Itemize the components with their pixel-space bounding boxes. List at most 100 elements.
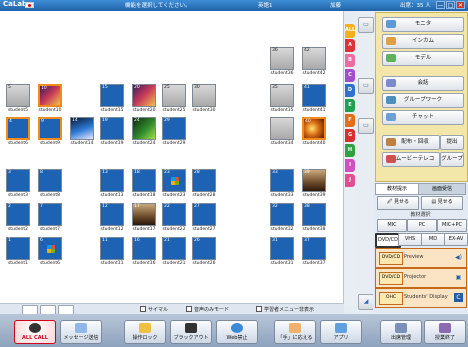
seat-student20[interactable]: 20 student20 <box>132 84 156 115</box>
student-screen[interactable]: 27 <box>192 203 216 226</box>
group-button[interactable]: グループ <box>440 152 464 167</box>
hide-learner-menu-checkbox[interactable]: 学習者メニュー非表示 <box>256 306 314 313</box>
source-vhs[interactable]: VHS <box>398 233 422 246</box>
show-button[interactable]: 🖉 見せる <box>377 196 419 210</box>
maximize-button[interactable]: □ <box>446 1 455 9</box>
attendance-button[interactable]: 出席管理 <box>380 320 422 344</box>
group-tab-j[interactable]: J <box>345 174 355 187</box>
side-expand-button[interactable]: ◢ <box>358 294 374 310</box>
student-screen[interactable]: 15 <box>100 84 124 107</box>
student-screen[interactable]: 18 <box>132 169 156 192</box>
group-tab-a[interactable]: A <box>345 39 355 52</box>
group-tab-d[interactable]: D <box>345 84 355 97</box>
group-tab-h[interactable]: H <box>345 144 355 157</box>
seat-student7[interactable]: 7 student7 <box>38 203 62 234</box>
seat-student9[interactable]: 9 student9 <box>38 117 62 148</box>
student-screen[interactable]: 13 <box>100 169 124 192</box>
student-screen[interactable]: 21 <box>162 237 186 260</box>
student-screen[interactable]: 16 <box>132 237 156 260</box>
seat-student30[interactable]: 30 student30 <box>192 84 216 115</box>
student-screen[interactable]: 12 <box>100 203 124 226</box>
student-screen[interactable]: 29 <box>162 117 186 140</box>
message-button[interactable]: メッセージ送信 <box>60 320 102 344</box>
seat-student31[interactable]: 31 student31 <box>270 237 294 268</box>
seat-student24[interactable]: 24 student24 <box>132 117 156 148</box>
seat-student39[interactable]: 39 student39 <box>302 169 326 200</box>
student-screen[interactable]: 25 <box>162 84 186 107</box>
seat-student29[interactable]: 29 student29 <box>162 117 186 148</box>
student-screen[interactable]: 14 <box>70 117 94 140</box>
web-block-button[interactable]: Web禁止 <box>216 320 258 344</box>
lock-button[interactable]: 操作ロック <box>124 320 166 344</box>
source-mic-pc[interactable]: MIC+PC <box>437 219 467 232</box>
show2-button[interactable]: ▤ 見せる <box>421 196 463 210</box>
source-ex-av[interactable]: EX-AV <box>444 233 468 246</box>
group-tab-b[interactable]: B <box>345 54 355 67</box>
seat-student38[interactable]: 38 student38 <box>302 203 326 234</box>
group-tab-f[interactable]: F <box>345 114 355 127</box>
seat-student13[interactable]: 13 student13 <box>100 169 124 200</box>
seat-student17[interactable]: 17 student17 <box>132 203 156 234</box>
blackout-button[interactable]: ブラックアウト <box>170 320 212 344</box>
student-screen[interactable]: 6 <box>38 237 62 260</box>
student-screen[interactable]: 38 <box>302 203 326 226</box>
route-students[interactable]: OHC Students' Display C <box>375 288 467 308</box>
seat-student40[interactable]: 40 student40 <box>302 117 326 148</box>
intercom-button[interactable]: インカム <box>382 34 464 49</box>
seat-student36[interactable]: 36 student36 <box>270 47 294 78</box>
seat-student8[interactable]: 8 student8 <box>38 169 62 200</box>
student-screen[interactable]: 41 <box>302 84 326 107</box>
simul-checkbox[interactable]: サイマル <box>140 306 168 313</box>
student-screen[interactable]: 42 <box>302 47 326 70</box>
student-screen[interactable]: 35 <box>270 84 294 107</box>
side-group-button[interactable]: ▭ <box>358 118 374 134</box>
student-screen[interactable]: 32 <box>270 203 294 226</box>
seat-student11[interactable]: 11 student11 <box>100 237 124 268</box>
seat-student42[interactable]: 42 student42 <box>302 47 326 78</box>
seat-student34[interactable]: student34 <box>270 117 294 148</box>
group-tab-e[interactable]: E <box>345 99 355 112</box>
seat-student23[interactable]: 23 student23 <box>162 169 186 200</box>
seat-student41[interactable]: 41 student41 <box>302 84 326 115</box>
seat-student28[interactable]: 28 student28 <box>192 169 216 200</box>
student-screen[interactable]: 37 <box>302 237 326 260</box>
source-pc[interactable]: PC <box>407 219 437 232</box>
student-screen[interactable]: 10 <box>38 84 62 107</box>
distribute-button[interactable]: 配布・回収 <box>382 135 440 150</box>
conversation-button[interactable]: 会話 <box>382 76 464 91</box>
group-tab-all[interactable]: ALL <box>345 24 355 38</box>
student-screen[interactable]: 2 <box>6 203 30 226</box>
seat-student18[interactable]: 18 student18 <box>132 169 156 200</box>
seat-student21[interactable]: 21 student21 <box>162 237 186 268</box>
seat-student25[interactable]: 25 student25 <box>162 84 186 115</box>
student-screen[interactable]: 7 <box>38 203 62 226</box>
seat-student33[interactable]: 33 student33 <box>270 169 294 200</box>
student-screen[interactable]: 30 <box>192 84 216 107</box>
groupwork-button[interactable]: グループワーク <box>382 93 464 108</box>
monitor-button[interactable]: モニタ <box>382 17 464 32</box>
audio-only-checkbox[interactable]: 音声のみモード <box>186 306 229 313</box>
student-screen[interactable]: 9 <box>38 117 62 140</box>
student-screen[interactable]: 40 <box>302 117 326 140</box>
student-screen[interactable]: 39 <box>302 169 326 192</box>
seat-student37[interactable]: 37 student37 <box>302 237 326 268</box>
student-screen[interactable]: 17 <box>132 203 156 226</box>
seat-student35[interactable]: 35 student35 <box>270 84 294 115</box>
student-screen[interactable]: 5 <box>6 84 30 107</box>
seat-student15[interactable]: 15 student15 <box>100 84 124 115</box>
seat-student14[interactable]: 14 student14 <box>70 117 94 148</box>
model-button[interactable]: モデル <box>382 51 464 66</box>
student-screen[interactable]: 1 <box>6 237 30 260</box>
seat-student27[interactable]: 27 student27 <box>192 203 216 234</box>
hand-button[interactable]: 「手」に応える <box>274 320 316 344</box>
student-screen[interactable]: 33 <box>270 169 294 192</box>
student-screen[interactable]: 11 <box>100 237 124 260</box>
seat-student6[interactable]: 4 student6 <box>6 117 30 148</box>
group-tab-c[interactable]: C <box>345 69 355 82</box>
student-screen[interactable]: 36 <box>270 47 294 70</box>
chat-button[interactable]: チャット <box>382 110 464 125</box>
route-projector[interactable]: DVD/CD Projector ▣ <box>375 268 467 288</box>
end-class-button[interactable]: 授業終了 <box>424 320 466 344</box>
minimize-button[interactable]: — <box>436 1 445 9</box>
submit-button[interactable]: 提出 <box>440 135 464 150</box>
